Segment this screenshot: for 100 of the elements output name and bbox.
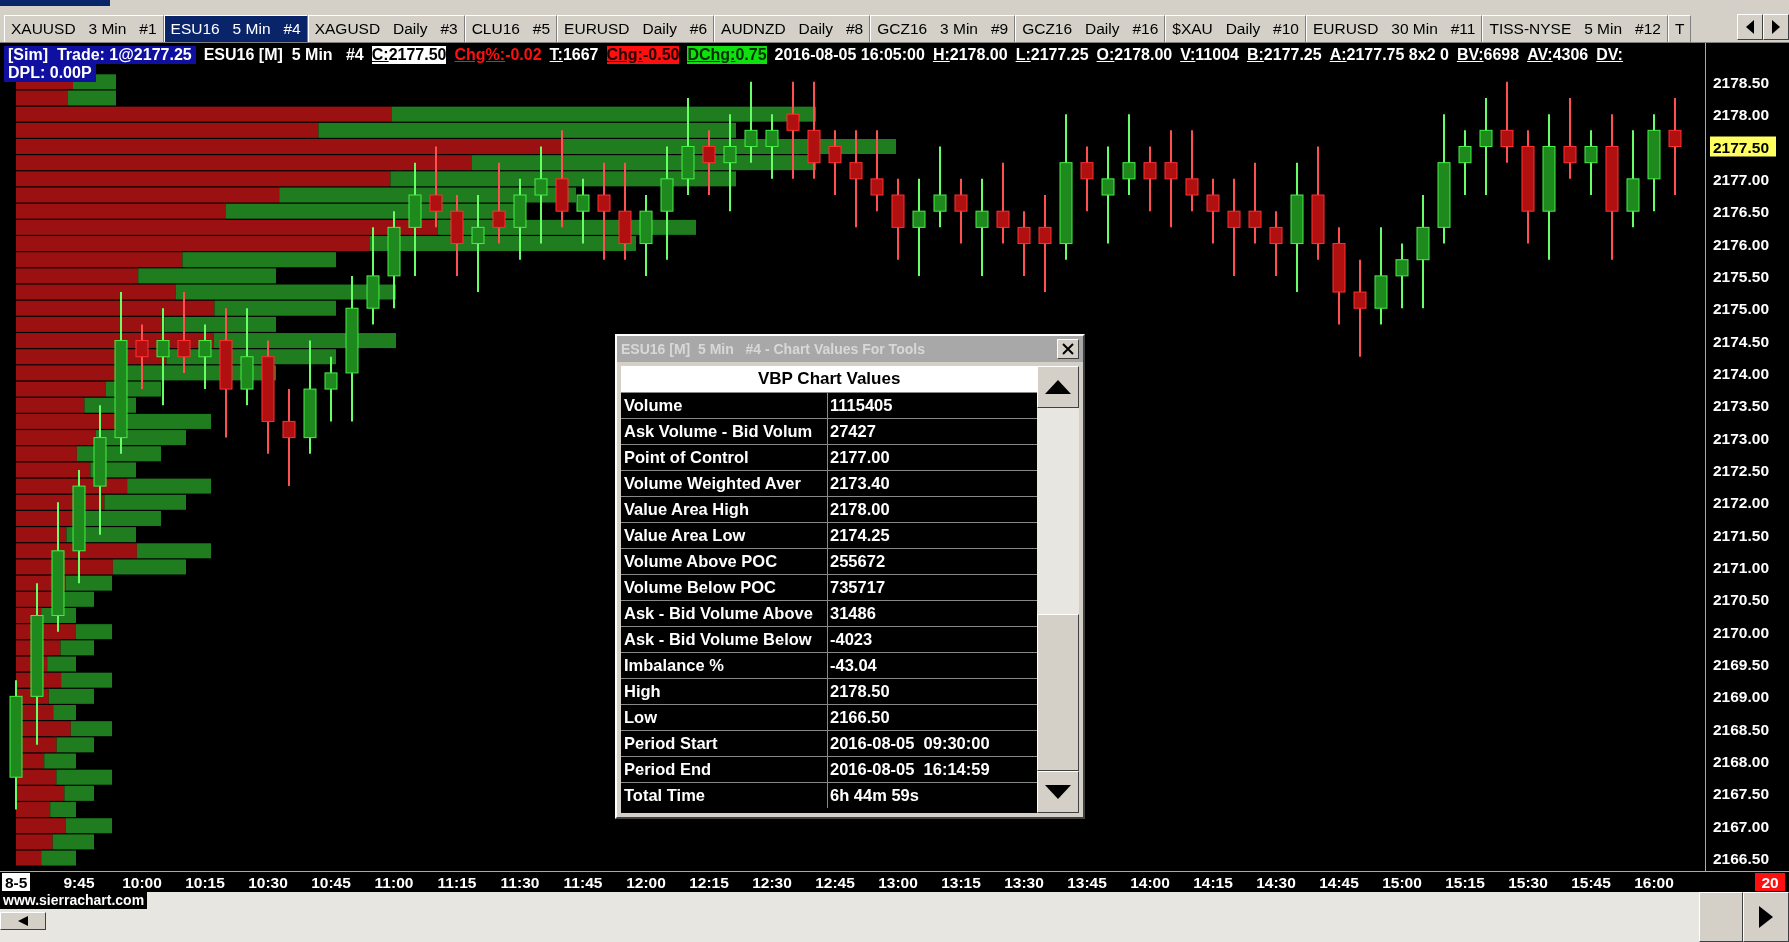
- up-triangle-icon: [1045, 380, 1072, 394]
- website-label: www.sierrachart.com: [0, 892, 148, 909]
- value-label: Ask - Bid Volume Above: [621, 601, 828, 626]
- info-text: 2016-08-05 16:05:00: [774, 46, 925, 64]
- info-field: DChg:0.75: [687, 46, 767, 64]
- time-label: 10:45: [311, 874, 351, 891]
- value-cell-text: 2177.00: [829, 447, 891, 468]
- candle: [198, 323, 212, 391]
- time-label: 14:15: [1193, 874, 1233, 891]
- price-label: 2167.50: [1713, 785, 1770, 803]
- chart-tab[interactable]: ESU16 5 Min #4: [163, 15, 308, 42]
- scroll-up-button[interactable]: [1037, 366, 1079, 408]
- scrollbar-thumb[interactable]: [1037, 614, 1079, 771]
- candle: [1458, 129, 1472, 196]
- chart-tab[interactable]: XAGUSD Daily #3: [307, 15, 465, 42]
- chart-tab[interactable]: EURUSD Daily #6: [557, 15, 715, 42]
- time-label: 13:45: [1067, 874, 1107, 891]
- chart-tab[interactable]: CLU16 #5: [464, 15, 558, 42]
- time-label: 15:30: [1508, 874, 1548, 891]
- time-label: 11:30: [500, 874, 540, 891]
- sim-trade-label: [Sim] Trade: 1@2177.25: [4, 46, 196, 64]
- chart-tab[interactable]: TISS-NYSE 5 Min #12: [1482, 15, 1668, 42]
- time-label: 11:15: [437, 874, 477, 891]
- price-label: 2175.50: [1713, 267, 1770, 285]
- scroll-left-button[interactable]: [0, 912, 46, 930]
- value-cell-text: 2016-08-05 16:14:59: [829, 759, 991, 780]
- price-label: 2173.00: [1713, 429, 1770, 447]
- right-triangle-icon: [1759, 906, 1773, 928]
- candle: [1269, 210, 1283, 277]
- time-label: 12:15: [689, 874, 729, 891]
- price-label: 2167.00: [1713, 817, 1770, 835]
- value-label: Ask Volume - Bid Volum: [621, 419, 828, 444]
- price-label: 2176.50: [1713, 203, 1770, 221]
- time-label: 10:30: [248, 874, 288, 891]
- price-label: 2174.00: [1713, 364, 1770, 382]
- price-label: 2173.50: [1713, 397, 1770, 415]
- candle: [765, 113, 779, 180]
- scroll-left-button[interactable]: [1737, 14, 1763, 40]
- time-label: 13:30: [1004, 874, 1044, 891]
- info-text: ESU16 [M] 5 Min #4: [203, 46, 364, 64]
- info-field: L:2177.25: [1015, 46, 1089, 64]
- chart-tab[interactable]: GCZ16 3 Min #9: [870, 15, 1016, 42]
- time-label: 16:00: [1634, 874, 1674, 891]
- scrollbar-thumb[interactable]: [1699, 892, 1743, 942]
- candle: [324, 355, 338, 423]
- candle: [1080, 145, 1094, 213]
- time-label: 14:30: [1256, 874, 1296, 891]
- left-triangle-icon: [18, 916, 28, 926]
- value-label: Volume Weighted Aver: [621, 471, 828, 496]
- close-button[interactable]: [1057, 339, 1079, 359]
- value-label: Volume Below POC: [621, 575, 828, 600]
- info-field: DV:: [1596, 46, 1623, 64]
- candle: [576, 177, 590, 245]
- scroll-right-button[interactable]: [1763, 14, 1789, 40]
- chart-tab[interactable]: GCZ16 Daily #16: [1015, 15, 1166, 42]
- price-label: 2172.00: [1713, 494, 1770, 512]
- time-label: 13:15: [941, 874, 981, 891]
- value-cell-text: 735717: [829, 577, 887, 598]
- candle: [828, 129, 842, 196]
- time-label: 12:00: [626, 874, 666, 891]
- chart-tab[interactable]: $XAU Daily #10: [1165, 15, 1306, 42]
- time-label: 15:15: [1445, 874, 1485, 891]
- info-field: C:2177.50: [371, 46, 447, 64]
- close-icon: [1061, 342, 1075, 356]
- price-label: 2168.50: [1713, 720, 1770, 738]
- value-label: Point of Control: [621, 445, 828, 470]
- price-label: 2166.50: [1713, 850, 1770, 868]
- bar-count-label: 20: [1755, 873, 1785, 891]
- scroll-right-button[interactable]: [1743, 892, 1789, 942]
- chart-tab[interactable]: AUDNZD Daily #8: [714, 15, 871, 42]
- price-label: 2171.50: [1713, 526, 1770, 544]
- price-label: 2178.50: [1713, 73, 1770, 91]
- info-field: Chg:-0.50: [606, 46, 680, 64]
- scroll-down-button[interactable]: [1037, 771, 1079, 813]
- value-cell-text: 2173.40: [829, 473, 891, 494]
- date-label: 8-5: [2, 873, 30, 891]
- info-field: B:2177.25: [1246, 46, 1322, 64]
- price-label: 2172.50: [1713, 461, 1770, 479]
- price-label: 2178.00: [1713, 106, 1770, 124]
- value-label: Volume: [621, 393, 828, 418]
- info-field: T:1667: [549, 46, 599, 64]
- price-label: 2170.50: [1713, 591, 1770, 609]
- value-cell-text: 27427: [829, 421, 877, 442]
- price-label: 2168.00: [1713, 753, 1770, 771]
- price-label: 2170.00: [1713, 623, 1770, 641]
- info-field: A:2177.75 8x2 0: [1329, 46, 1449, 64]
- table-heading: VBP Chart Values: [621, 366, 1038, 392]
- candle: [1206, 177, 1220, 245]
- info-field: H:2178.00: [932, 46, 1008, 64]
- time-label: 10:00: [122, 874, 162, 891]
- price-label: 2171.00: [1713, 558, 1770, 576]
- price-label: 2176.00: [1713, 235, 1770, 253]
- value-cell-text: 31486: [829, 603, 877, 624]
- chart-tab[interactable]: T: [1667, 15, 1692, 42]
- y-tick-label: 2177.50: [1713, 138, 1770, 156]
- value-label: Value Area High: [621, 497, 828, 522]
- chart-tab[interactable]: EURUSD 30 Min #11: [1305, 15, 1483, 42]
- value-cell-text: -43.04: [829, 655, 878, 676]
- info-field: BV:6698: [1456, 46, 1520, 64]
- chart-tab[interactable]: XAUUSD 3 Min #1: [4, 15, 164, 42]
